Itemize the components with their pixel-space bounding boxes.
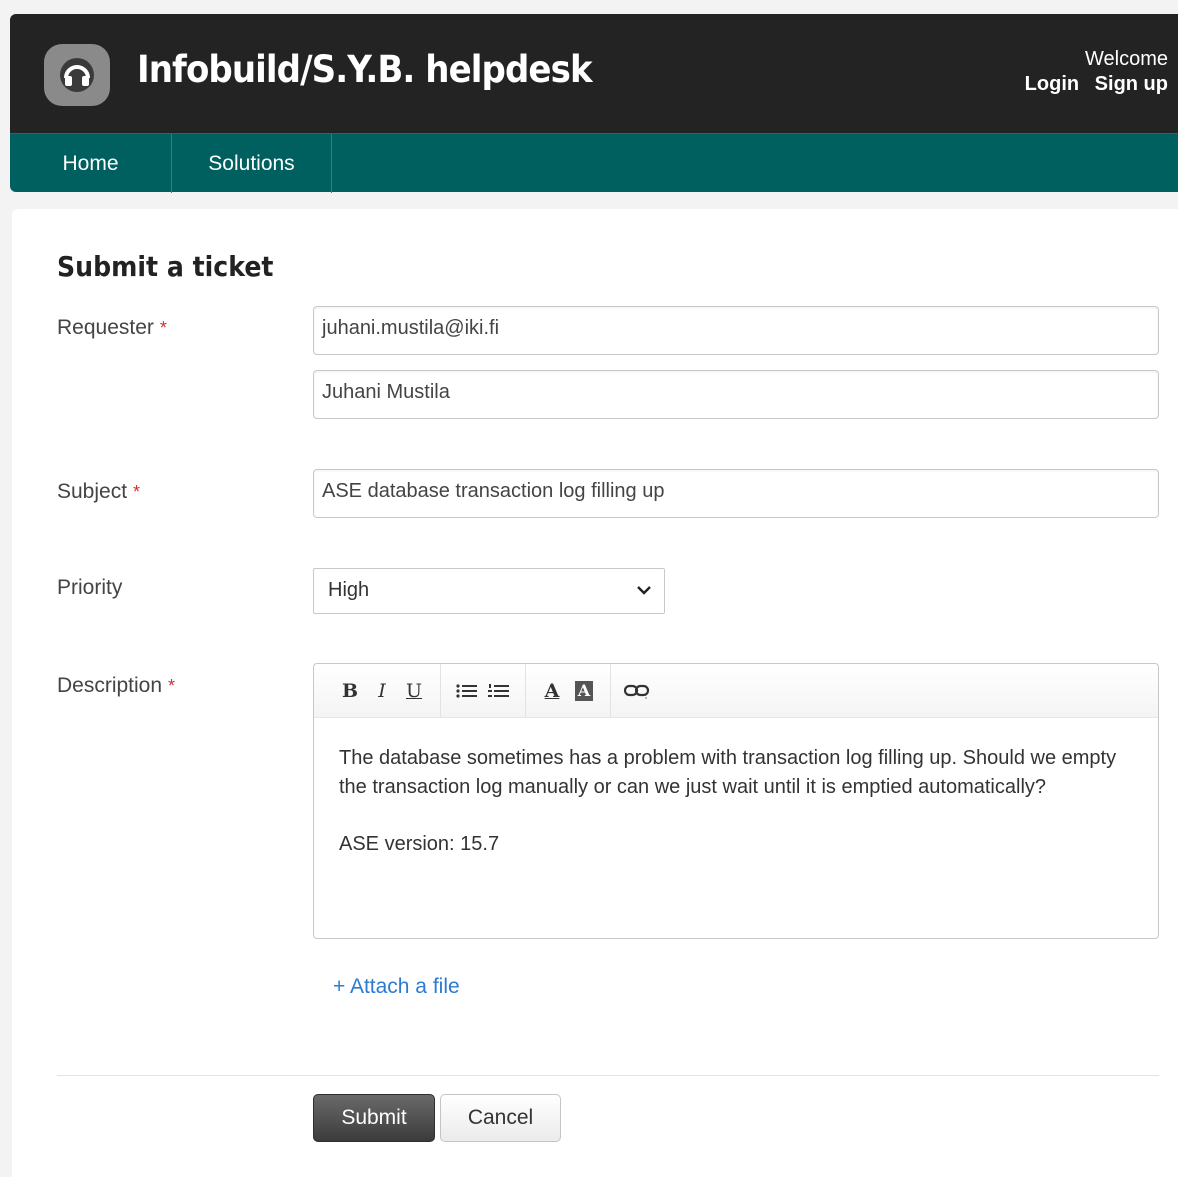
submit-button[interactable]: Submit	[313, 1094, 435, 1142]
italic-button[interactable]: I	[366, 676, 398, 706]
bold-button[interactable]: B	[334, 676, 366, 706]
chevron-down-icon	[636, 580, 652, 606]
font-color-button[interactable]: A	[536, 676, 568, 706]
app-title[interactable]: Infobuild/S.Y.B. helpdesk	[137, 48, 593, 91]
user-area: Welcome Login Sign up	[1015, 47, 1168, 97]
required-marker: *	[133, 482, 141, 502]
form-divider	[57, 1075, 1159, 1076]
requester-name-input[interactable]: Juhani Mustila	[313, 370, 1159, 419]
link-icon[interactable]	[621, 676, 653, 706]
login-link[interactable]: Login	[1025, 73, 1079, 95]
required-marker: *	[159, 318, 167, 338]
headset-icon[interactable]	[44, 44, 110, 106]
description-editor[interactable]: B I U A A The database sometimes has a p…	[313, 663, 1159, 939]
priority-selected: High	[328, 579, 370, 601]
required-marker: *	[168, 676, 176, 696]
bulleted-list-icon[interactable]	[451, 676, 483, 706]
priority-label: Priority	[57, 576, 123, 599]
welcome-text: Welcome	[1085, 48, 1168, 70]
signup-link[interactable]: Sign up	[1095, 73, 1168, 95]
editor-toolbar: B I U A A	[314, 663, 1158, 718]
editor-content[interactable]: The database sometimes has a problem wit…	[314, 718, 1158, 885]
header-bar: Infobuild/S.Y.B. helpdesk Welcome Login …	[10, 14, 1178, 134]
nav-home[interactable]: Home	[10, 134, 172, 193]
cancel-button[interactable]: Cancel	[440, 1094, 561, 1142]
numbered-list-icon[interactable]	[483, 676, 515, 706]
description-paragraph: ASE version: 15.7	[339, 833, 500, 855]
requester-email-input[interactable]: juhani.mustila@iki.fi	[313, 306, 1159, 355]
page: Infobuild/S.Y.B. helpdesk Welcome Login …	[0, 0, 1178, 1177]
underline-button[interactable]: U	[398, 676, 430, 706]
subject-input[interactable]: ASE database transaction log filling up	[313, 469, 1159, 518]
page-title: Submit a ticket	[57, 250, 274, 283]
subject-label: Subject *	[57, 480, 141, 503]
nav-solutions[interactable]: Solutions	[172, 134, 332, 193]
priority-select[interactable]: High	[313, 568, 665, 614]
attach-file-link[interactable]: + Attach a file	[333, 975, 460, 999]
description-label: Description *	[57, 674, 176, 697]
background-color-button[interactable]: A	[568, 676, 600, 706]
requester-label: Requester *	[57, 316, 167, 339]
main-nav: Home Solutions	[10, 133, 1178, 193]
description-paragraph: The database sometimes has a problem wit…	[339, 747, 1117, 798]
